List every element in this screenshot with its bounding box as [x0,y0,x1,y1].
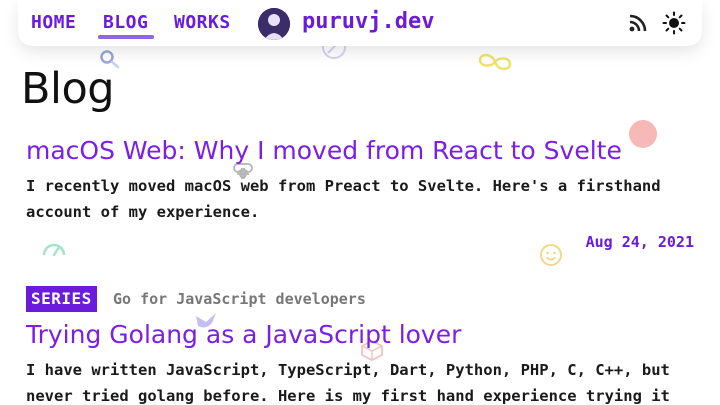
post-date: Aug 24, 2021 [585,233,694,251]
rss-icon[interactable] [628,13,648,33]
infinity-deco-icon [478,53,512,71]
post-title-link[interactable]: macOS Web: Why I moved from React to Sve… [26,136,622,165]
post-description: I have written JavaScript, TypeScript, D… [26,361,670,405]
smiley-deco-icon [540,244,562,266]
series-badge: SERIES [26,286,97,312]
avatar[interactable] [258,8,290,40]
nav-home-link[interactable]: HOME [31,12,76,33]
brand-link[interactable]: puruvj.dev [302,9,434,34]
post-description: I recently moved macOS web from Preact t… [26,177,661,221]
series-name-link[interactable]: Go for JavaScript developers [113,290,366,308]
nav-works-link[interactable]: WORKS [174,12,231,33]
active-nav-indicator [98,35,154,39]
page-title: Blog [21,64,115,114]
nav-blog-link[interactable]: BLOG [103,12,148,33]
site-header: HOME BLOG WORKS puruvj.dev [18,0,702,46]
avatar-image [258,8,290,40]
post-title-link[interactable]: Trying Golang as a JavaScript lover [26,320,461,349]
pink-circle-deco [629,120,657,148]
speedometer-deco-icon [42,243,66,257]
sun-icon[interactable] [662,11,686,35]
